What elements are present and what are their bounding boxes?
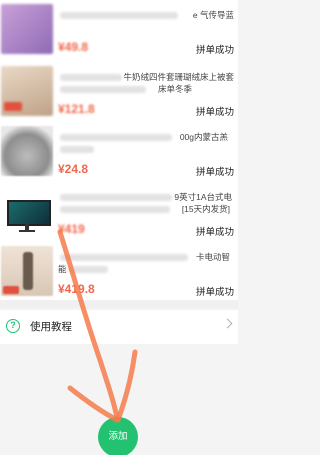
product-title-blurred: [68, 266, 108, 273]
product-title-blurred: [60, 134, 172, 141]
order-item-3[interactable]: 00g内蒙古羔 ¥24.8 拼单成功: [0, 122, 238, 180]
annotation-arrow-head-right: [115, 349, 138, 423]
product-price: ¥49.8: [58, 40, 89, 54]
product-title-blurred: [60, 254, 188, 261]
help-question-icon: ?: [6, 319, 20, 333]
product-title-tail: 牛奶绒四件套珊瑚绒床上被套: [123, 72, 234, 82]
order-item-2[interactable]: 牛奶绒四件套珊瑚绒床上被套 床单冬季 ¥121.8 拼单成功: [0, 62, 238, 120]
product-thumbnail-4: [1, 186, 53, 236]
product-title-tail: 能: [58, 264, 67, 274]
annotation-arrow-head-left: [67, 385, 120, 423]
usage-tutorial-row[interactable]: ? 使用教程: [0, 310, 238, 344]
order-item-5[interactable]: 卡电动智 能 ¥419.8 拼单成功: [0, 242, 238, 300]
product-price: ¥419.8: [58, 282, 95, 296]
product-thumbnail-3: [1, 126, 53, 176]
product-price: ¥24.8: [58, 162, 89, 176]
order-list: e 气传导蓝 ¥49.8 拼单成功 牛奶绒四件套珊瑚绒床上被套 床单冬季 ¥12…: [0, 0, 238, 300]
product-title-tail: 床单冬季: [157, 84, 192, 94]
order-status: 拼单成功: [195, 107, 234, 118]
product-title-blurred: [60, 206, 170, 213]
product-title-blurred: [60, 86, 146, 93]
usage-tutorial-label: 使用教程: [30, 321, 72, 333]
product-title-blurred: [60, 194, 172, 201]
order-status: 拼单成功: [195, 227, 234, 238]
product-title-blurred: [60, 12, 178, 19]
product-price: ¥121.8: [58, 102, 95, 116]
product-thumbnail-2: [1, 66, 53, 116]
order-item-1[interactable]: e 气传导蓝 ¥49.8 拼单成功: [0, 0, 238, 58]
add-button[interactable]: 添加: [98, 417, 138, 455]
product-title-tail: 00g内蒙古羔: [179, 132, 228, 142]
screen: e 气传导蓝 ¥49.8 拼单成功 牛奶绒四件套珊瑚绒床上被套 床单冬季 ¥12…: [0, 0, 238, 455]
product-title-tail: e 气传导蓝: [192, 10, 234, 20]
order-status: 拼单成功: [195, 167, 234, 178]
order-status: 拼单成功: [195, 287, 234, 298]
order-status: 拼单成功: [195, 45, 234, 56]
product-title-blurred: [60, 74, 122, 81]
product-price: ¥419: [58, 222, 85, 236]
product-title-tail: [15天内发货]: [181, 204, 230, 214]
product-title-blurred: [60, 146, 94, 153]
section-divider: [0, 300, 238, 308]
product-title-tail: 9英寸1A台式电: [174, 192, 232, 202]
order-item-4[interactable]: 9英寸1A台式电 [15天内发货] ¥419 拼单成功: [0, 182, 238, 240]
chevron-right-icon: [222, 318, 233, 329]
product-thumbnail-5: [1, 246, 53, 296]
product-thumbnail-1: [1, 4, 53, 54]
product-title-tail: 卡电动智: [195, 252, 230, 262]
